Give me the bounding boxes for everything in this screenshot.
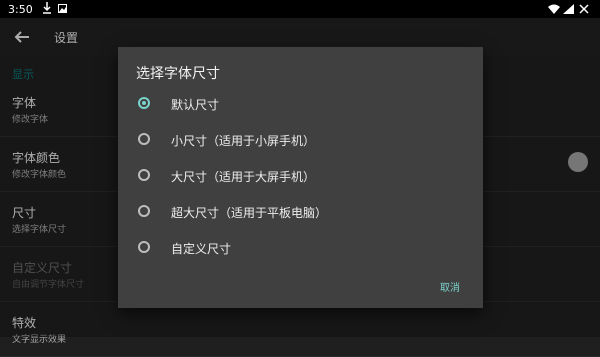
radio-button[interactable] [138,133,150,145]
option-custom-size[interactable]: 自定义尺寸 [118,232,483,264]
battery-icon [579,4,589,14]
status-time: 3:50 [8,3,33,16]
gallery-icon [58,4,67,13]
option-label: 自定义尺寸 [171,242,232,256]
cancel-button[interactable]: 取消 [440,279,460,294]
option-default-size[interactable]: 默认尺寸 [118,88,483,120]
radio-button[interactable] [138,205,150,217]
radio-button[interactable] [138,241,150,253]
option-label: 默认尺寸 [171,98,220,112]
font-size-dialog: 选择字体尺寸 默认尺寸 小尺寸（适用于小屏手机） 大尺寸（适用于大屏手机） 超大… [118,47,483,308]
option-large-size[interactable]: 大尺寸（适用于大屏手机） [118,160,483,192]
signal-icon [563,4,574,14]
option-small-size[interactable]: 小尺寸（适用于小屏手机） [118,124,483,156]
status-bar: 3:50 [0,0,600,18]
radio-button-checked[interactable] [138,97,150,109]
radio-button[interactable] [138,169,150,181]
option-label: 超大尺寸（适用于平板电脑） [171,206,328,220]
option-label: 大尺寸（适用于大屏手机） [171,170,316,184]
download-icon [43,2,51,14]
option-extra-large-size[interactable]: 超大尺寸（适用于平板电脑） [118,196,483,228]
dialog-title: 选择字体尺寸 [136,66,220,82]
wifi-icon [548,4,560,14]
option-label: 小尺寸（适用于小屏手机） [171,134,316,148]
